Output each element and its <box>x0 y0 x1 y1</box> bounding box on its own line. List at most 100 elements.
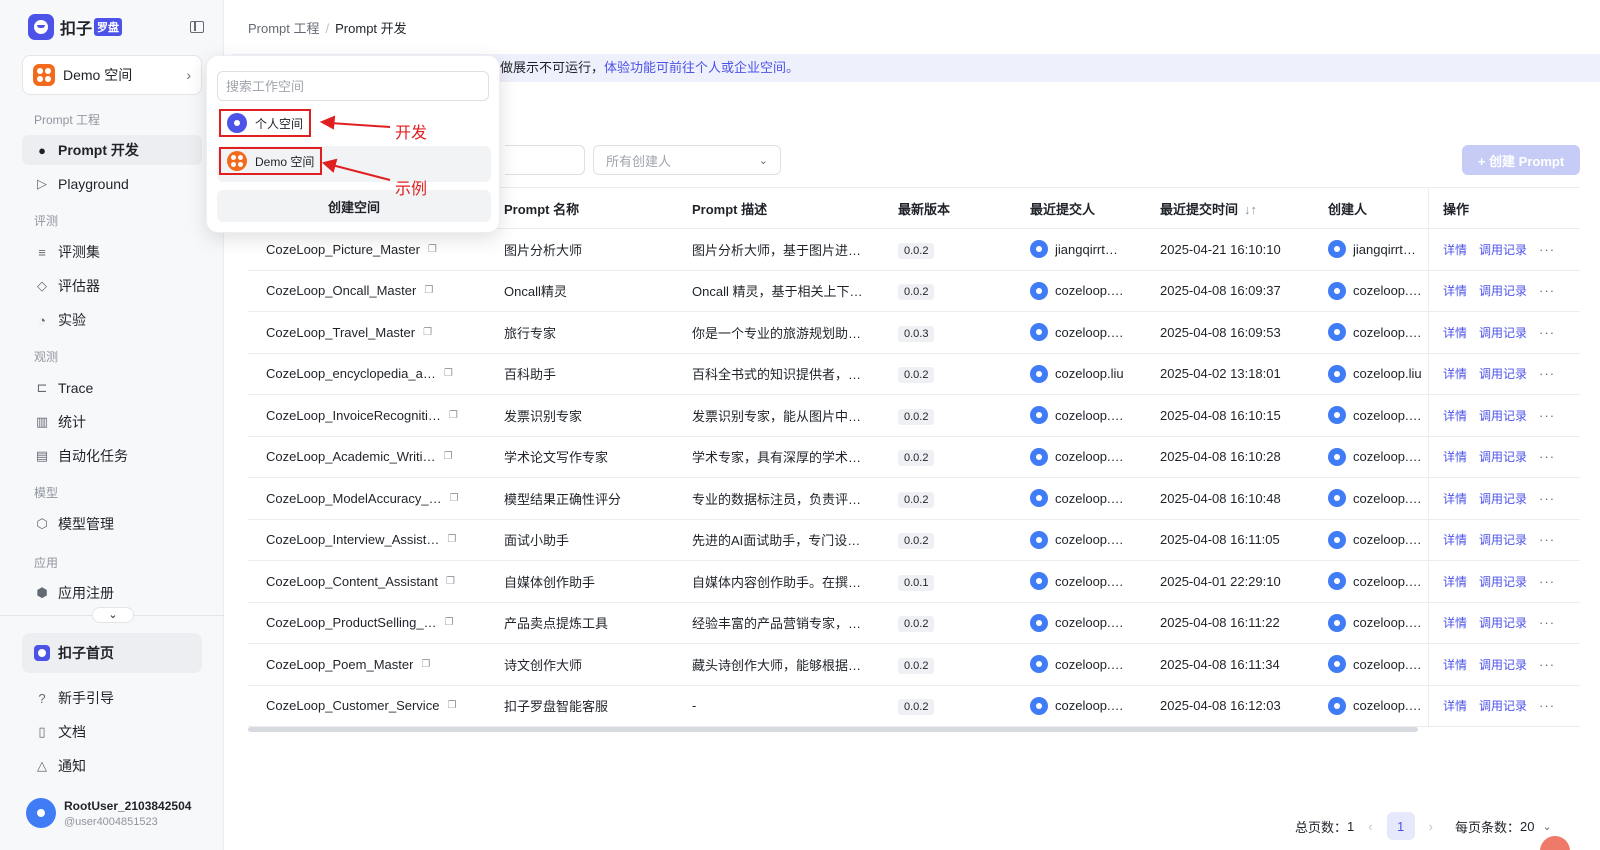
call-log-link[interactable]: 调用记录 <box>1479 531 1527 548</box>
table-row[interactable]: CozeLoop_Poem_Master ❐ 诗文创作大师 藏头诗创作大师，能够根据…… <box>248 644 1580 686</box>
table-row[interactable]: CozeLoop_Content_Assistant ❐ 自媒体创作助手 自媒体内容创… <box>248 561 1580 603</box>
table-row[interactable]: CozeLoop_Oncall_Master ❐ Oncall精灵 Oncall 精灵… <box>248 270 1580 312</box>
workspace-switcher[interactable]: Demo 空间 › <box>22 55 202 95</box>
user-profile[interactable]: RootUser_2103842504 @user4004851523 <box>26 798 191 828</box>
detail-link[interactable]: 详情 <box>1443 531 1467 548</box>
page-number[interactable]: 1 <box>1386 812 1415 840</box>
more-icon[interactable]: ··· <box>1539 325 1555 340</box>
search-input[interactable] <box>505 145 585 175</box>
copy-icon[interactable]: ❐ <box>424 285 433 296</box>
sidebar-item-app-register[interactable]: ⬢ 应用注册 <box>22 578 202 608</box>
more-icon[interactable]: ··· <box>1539 574 1555 589</box>
prompt-key[interactable]: CozeLoop_Academic_Writi… <box>266 449 436 464</box>
sidebar-item-notify[interactable]: △ 通知 <box>22 751 202 781</box>
home-button[interactable]: 扣子首页 <box>22 633 202 673</box>
prompt-key[interactable]: CozeLoop_Picture_Master <box>266 242 420 257</box>
prompt-key[interactable]: CozeLoop_Oncall_Master <box>266 283 416 298</box>
call-log-link[interactable]: 调用记录 <box>1479 490 1527 507</box>
prompt-key[interactable]: CozeLoop_Content_Assistant <box>266 574 438 589</box>
call-log-link[interactable]: 调用记录 <box>1479 324 1527 341</box>
prompt-key[interactable]: CozeLoop_Poem_Master <box>266 657 413 672</box>
sidebar-toggle-icon[interactable] <box>190 21 204 33</box>
detail-link[interactable]: 详情 <box>1443 324 1467 341</box>
prompt-key[interactable]: CozeLoop_ProductSelling_… <box>266 615 437 630</box>
chevron-down-icon[interactable]: ⌄ <box>92 607 134 623</box>
call-log-link[interactable]: 调用记录 <box>1479 407 1527 424</box>
sidebar-item-guide[interactable]: ? 新手引导 <box>22 683 202 713</box>
table-row[interactable]: CozeLoop_encyclopedia_a… ❐ 百科助手 百科全书式的知识提供者… <box>248 353 1580 395</box>
prompt-key[interactable]: CozeLoop_InvoiceRecogniti… <box>266 408 441 423</box>
sidebar-item-playground[interactable]: ▷ Playground <box>22 169 202 199</box>
header-time[interactable]: 最近提交时间 ↓↑ <box>1148 199 1316 218</box>
detail-link[interactable]: 详情 <box>1443 407 1467 424</box>
copy-icon[interactable]: ❐ <box>428 244 437 255</box>
table-row[interactable]: CozeLoop_InvoiceRecogniti… ❐ 发票识别专家 发票识别专家，… <box>248 395 1580 437</box>
horizontal-scrollbar[interactable] <box>248 727 1418 732</box>
table-row[interactable]: CozeLoop_Travel_Master ❐ 旅行专家 你是一个专业的旅游规划助…… <box>248 312 1580 354</box>
copy-icon[interactable]: ❐ <box>447 700 456 711</box>
prev-page-icon[interactable]: ‹ <box>1368 819 1372 834</box>
detail-link[interactable]: 详情 <box>1443 365 1467 382</box>
create-workspace-button[interactable]: 创建空间 <box>217 190 491 222</box>
detail-link[interactable]: 详情 <box>1443 241 1467 258</box>
call-log-link[interactable]: 调用记录 <box>1479 448 1527 465</box>
create-prompt-button[interactable]: + 创建 Prompt <box>1462 145 1580 175</box>
copy-icon[interactable]: ❐ <box>444 451 453 462</box>
sort-icon[interactable]: ↓↑ <box>1244 202 1257 217</box>
detail-link[interactable]: 详情 <box>1443 614 1467 631</box>
sidebar-item-auto-task[interactable]: ▤ 自动化任务 <box>22 441 202 471</box>
prompt-key[interactable]: CozeLoop_encyclopedia_a… <box>266 366 436 381</box>
prompt-key[interactable]: CozeLoop_ModelAccuracy_… <box>266 491 442 506</box>
copy-icon[interactable]: ❐ <box>423 327 432 338</box>
more-icon[interactable]: ··· <box>1539 532 1555 547</box>
detail-link[interactable]: 详情 <box>1443 282 1467 299</box>
copy-icon[interactable]: ❐ <box>450 493 459 504</box>
detail-link[interactable]: 详情 <box>1443 656 1467 673</box>
more-icon[interactable]: ··· <box>1539 449 1555 464</box>
creator-filter-select[interactable]: 所有创建人 ⌄ <box>593 145 781 175</box>
banner-link[interactable]: 体验功能可前往个人或企业空间。 <box>604 60 799 75</box>
workspace-option-personal[interactable]: 个人空间 <box>219 109 312 137</box>
sidebar-item-prompt-dev[interactable]: ● Prompt 开发 <box>22 135 202 165</box>
sidebar-item-eval-set[interactable]: ≡ 评测集 <box>22 237 202 267</box>
table-row[interactable]: CozeLoop_Academic_Writi… ❐ 学术论文写作专家 学术专家，具有… <box>248 436 1580 478</box>
workspace-option-demo[interactable]: Demo 空间 <box>219 147 323 175</box>
call-log-link[interactable]: 调用记录 <box>1479 656 1527 673</box>
copy-icon[interactable]: ❐ <box>445 617 454 628</box>
next-page-icon[interactable]: › <box>1429 819 1433 834</box>
more-icon[interactable]: ··· <box>1539 283 1555 298</box>
sidebar-item-trace[interactable]: ⊏ Trace <box>22 373 202 403</box>
copy-icon[interactable]: ❐ <box>421 659 430 670</box>
more-icon[interactable]: ··· <box>1539 615 1555 630</box>
call-log-link[interactable]: 调用记录 <box>1479 573 1527 590</box>
table-row[interactable]: CozeLoop_Picture_Master ❐ 图片分析大师 图片分析大师，基于图… <box>248 229 1580 271</box>
copy-icon[interactable]: ❐ <box>449 410 458 421</box>
call-log-link[interactable]: 调用记录 <box>1479 697 1527 714</box>
detail-link[interactable]: 详情 <box>1443 573 1467 590</box>
sidebar-item-docs[interactable]: ▯ 文档 <box>22 717 202 747</box>
more-icon[interactable]: ··· <box>1539 242 1555 257</box>
more-icon[interactable]: ··· <box>1539 408 1555 423</box>
more-icon[interactable]: ··· <box>1539 698 1555 713</box>
sidebar-item-stats[interactable]: ▥ 统计 <box>22 407 202 437</box>
copy-icon[interactable]: ❐ <box>446 576 455 587</box>
breadcrumb-parent[interactable]: Prompt 工程 <box>248 21 320 36</box>
sidebar-item-evaluator[interactable]: ◇ 评估器 <box>22 271 202 301</box>
prompt-key[interactable]: CozeLoop_Interview_Assist… <box>266 532 439 547</box>
copy-icon[interactable]: ❐ <box>447 534 456 545</box>
call-log-link[interactable]: 调用记录 <box>1479 365 1527 382</box>
prompt-key[interactable]: CozeLoop_Travel_Master <box>266 325 415 340</box>
table-row[interactable]: CozeLoop_Interview_Assist… ❐ 面试小助手 先进的AI面试助… <box>248 519 1580 561</box>
more-icon[interactable]: ··· <box>1539 657 1555 672</box>
table-row[interactable]: CozeLoop_ProductSelling_… ❐ 产品卖点提炼工具 经验丰富的产… <box>248 602 1580 644</box>
detail-link[interactable]: 详情 <box>1443 490 1467 507</box>
brand-logo[interactable]: 扣子 罗盘 <box>28 14 204 40</box>
prompt-key[interactable]: CozeLoop_Customer_Service <box>266 698 439 713</box>
table-row[interactable]: CozeLoop_ModelAccuracy_… ❐ 模型结果正确性评分 专业的数据标… <box>248 478 1580 520</box>
detail-link[interactable]: 详情 <box>1443 697 1467 714</box>
call-log-link[interactable]: 调用记录 <box>1479 614 1527 631</box>
copy-icon[interactable]: ❐ <box>444 368 453 379</box>
call-log-link[interactable]: 调用记录 <box>1479 282 1527 299</box>
workspace-search-input[interactable] <box>217 71 489 101</box>
more-icon[interactable]: ··· <box>1539 491 1555 506</box>
